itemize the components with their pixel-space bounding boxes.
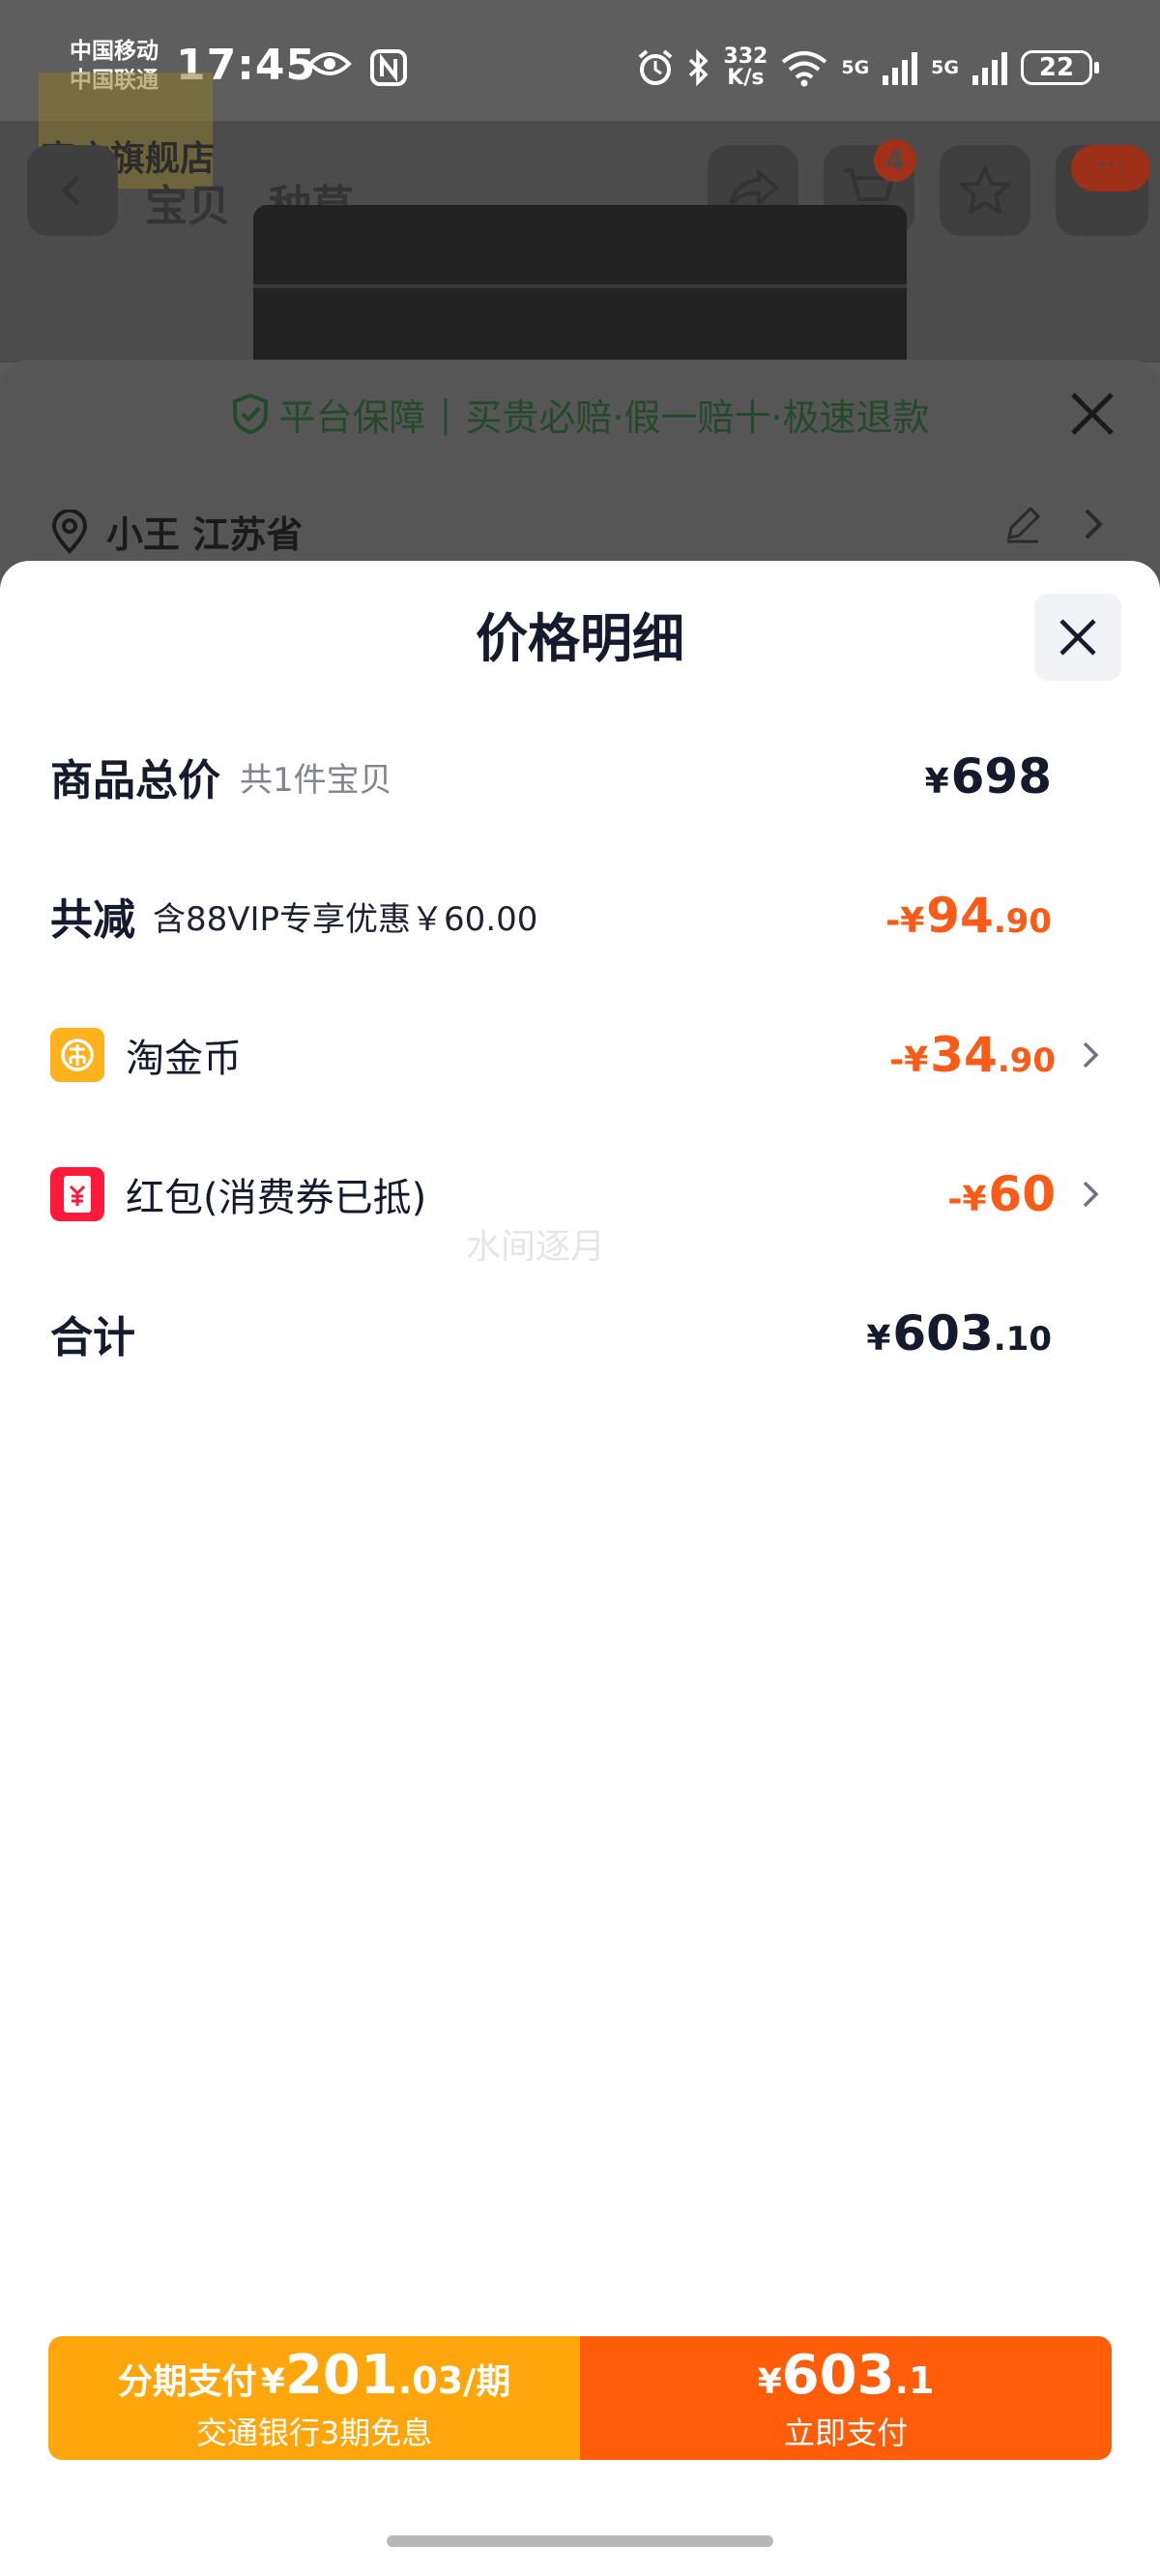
- speed-value: 332: [723, 44, 768, 69]
- shield-check-icon: [232, 393, 268, 435]
- total-amount: ¥ 698: [925, 748, 1052, 805]
- network-type-2: 5G: [931, 57, 959, 78]
- redpacket-label: 红包(消费券已抵): [126, 1176, 427, 1220]
- redpacket-icon: [50, 1167, 104, 1221]
- chevron-right-icon[interactable]: [1083, 505, 1106, 543]
- signal-icon: [972, 52, 1007, 85]
- chevron-right-icon: [1083, 1041, 1099, 1068]
- item-count: 共1件宝贝: [240, 760, 392, 800]
- coins-amount: -¥ 34 .90: [889, 1027, 1056, 1083]
- home-indicator[interactable]: [387, 2535, 773, 2547]
- address-row[interactable]: 小王 江苏省: [50, 505, 303, 558]
- product-image: [253, 205, 907, 369]
- installment-pay-button[interactable]: 分期支付 ¥ 201 .03 /期 交通银行3期免息: [48, 2336, 580, 2460]
- installment-int: 201: [284, 2343, 398, 2407]
- price-detail-sheet: 价格明细 商品总价 共1件宝贝 ¥ 698 共减 含88VIP专享优惠￥60.0…: [0, 561, 1160, 2576]
- total-int: 698: [950, 748, 1052, 805]
- close-icon: [1059, 619, 1096, 656]
- network-type-1: 5G: [841, 57, 870, 78]
- pay-now-yen: ¥: [757, 2361, 782, 2402]
- signal-icon: [883, 52, 918, 85]
- edit-icon[interactable]: [1003, 505, 1042, 543]
- pay-now-label: 立即支付: [783, 2414, 908, 2451]
- star-icon: [960, 166, 1010, 214]
- platform-guarantee: 平台保障 | 买贵必赔·假一赔十·极速退款: [0, 360, 1160, 468]
- sum-label: 合计: [50, 1313, 135, 1362]
- close-icon[interactable]: [1065, 387, 1119, 441]
- installment-unit: /期: [463, 2361, 511, 2402]
- address-name: 小王 江苏省: [106, 513, 304, 556]
- pay-now-dec: .1: [894, 2358, 935, 2402]
- cart-count-badge: 4: [874, 139, 916, 182]
- favorite-button[interactable]: [940, 145, 1030, 236]
- coin-glyph-icon: [61, 1039, 94, 1071]
- coins-dec: .90: [997, 1041, 1056, 1080]
- reduce-int: 94: [926, 888, 994, 944]
- reduce-amount: -¥ 94 .90: [885, 888, 1052, 944]
- chevron-right-icon: [1083, 1181, 1099, 1208]
- sum-amount: ¥ 603 .10: [866, 1305, 1052, 1361]
- status-icons: 332 K/s 5G 5G 22: [636, 46, 1099, 89]
- eye-icon: [307, 52, 352, 75]
- price-row-total: 商品总价 共1件宝贝 ¥ 698: [50, 733, 1106, 820]
- pay-now-int: 603: [781, 2343, 895, 2407]
- total-label: 商品总价: [50, 756, 220, 805]
- network-speed: 332 K/s: [723, 46, 768, 89]
- guarantee-text: 买贵必赔·假一赔十·极速退款: [465, 395, 930, 439]
- coins-label: 淘金币: [126, 1037, 242, 1081]
- installment-yen: ¥: [260, 2361, 285, 2402]
- sheet-title: 价格明细: [476, 608, 684, 669]
- redpacket-amount: -¥ 60: [947, 1166, 1056, 1222]
- wifi-icon: [782, 51, 827, 87]
- sum-dec: .10: [993, 1320, 1052, 1359]
- installment-sub: 交通银行3期免息: [195, 2414, 433, 2451]
- price-row-coins[interactable]: 淘金币 -¥ 34 .90: [50, 1011, 1106, 1098]
- nfc-icon: [370, 49, 407, 86]
- reduce-label: 共减: [50, 895, 135, 945]
- coins-int: 34: [930, 1027, 998, 1083]
- coins-yen: -¥: [889, 1040, 929, 1080]
- pay-now-amount: ¥ 603 .1: [758, 2344, 935, 2407]
- sum-yen: ¥: [866, 1319, 891, 1359]
- back-arrow-icon: [61, 175, 80, 206]
- battery-indicator: 22: [1021, 50, 1099, 85]
- coin-icon: [50, 1028, 104, 1082]
- back-button[interactable]: [27, 145, 118, 236]
- sum-int: 603: [892, 1305, 994, 1361]
- pay-now-button[interactable]: ¥ 603 .1 立即支付: [580, 2336, 1112, 2460]
- guarantee-title: 平台保障: [278, 395, 426, 439]
- reduce-yen: -¥: [885, 901, 925, 941]
- alarm-icon: [639, 49, 673, 85]
- close-button[interactable]: [1034, 594, 1121, 681]
- guarantee-separator: |: [439, 393, 452, 435]
- installment-amount: 分期支付 ¥ 201 .03 /期: [118, 2344, 510, 2407]
- payment-bar: 分期支付 ¥ 201 .03 /期 交通银行3期免息 ¥ 603 .1 立即支付: [48, 2336, 1112, 2460]
- price-row-reduce: 共减 含88VIP专享优惠￥60.00 -¥ 94 .90: [50, 872, 1106, 959]
- redpacket-glyph-icon: [64, 1176, 91, 1213]
- address-actions: [1003, 505, 1106, 543]
- reduce-detail: 含88VIP专享优惠￥60.00: [153, 899, 538, 939]
- bluetooth-icon: [689, 48, 709, 87]
- redpacket-int: 60: [988, 1166, 1056, 1222]
- redpacket-yen: -¥: [947, 1180, 987, 1219]
- carrier-1: 中国移动: [70, 39, 159, 64]
- speed-unit: K/s: [727, 66, 765, 90]
- total-yen: ¥: [924, 762, 949, 802]
- price-row-sum: 合计 ¥ 603 .10: [50, 1290, 1106, 1377]
- installment-prefix: 分期支付: [117, 2361, 257, 2402]
- reduce-dec: .90: [993, 902, 1052, 941]
- location-pin-icon: [51, 509, 88, 554]
- watermark: 水间逐月: [466, 1227, 606, 1267]
- installment-dec: .03: [397, 2358, 464, 2402]
- tab-baobei[interactable]: 宝贝: [145, 171, 230, 233]
- more-badge: ···: [1071, 145, 1150, 191]
